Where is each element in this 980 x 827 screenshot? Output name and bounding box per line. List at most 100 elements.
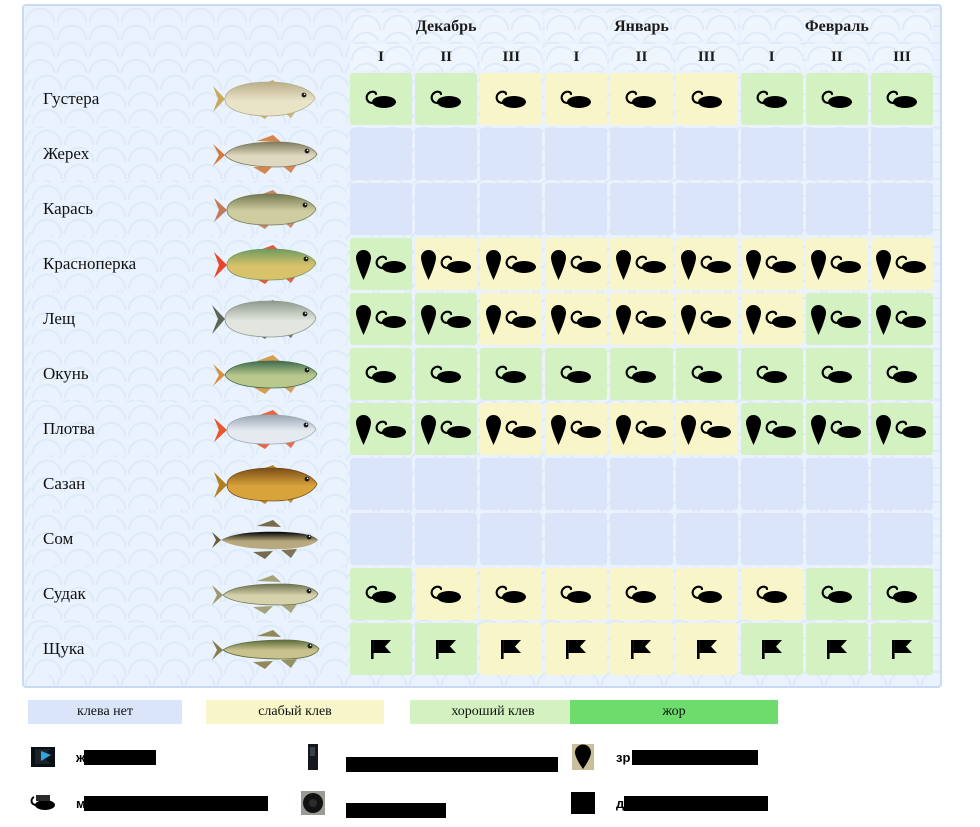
fish-cell-0[interactable]: Густера: [31, 73, 347, 125]
bite-cell[interactable]: [350, 128, 413, 180]
bite-cell[interactable]: [610, 623, 673, 675]
fish-cell-7[interactable]: Сазан: [31, 458, 347, 510]
bite-cell[interactable]: [870, 568, 933, 620]
bite-cell[interactable]: [805, 403, 868, 455]
bite-cell[interactable]: [545, 568, 608, 620]
bite-cell[interactable]: [675, 73, 738, 125]
bite-cell[interactable]: [675, 568, 738, 620]
bite-cell[interactable]: [415, 513, 478, 565]
bite-cell[interactable]: [870, 513, 933, 565]
bite-cell[interactable]: [805, 568, 868, 620]
bite-cell[interactable]: [675, 238, 738, 290]
bite-cell[interactable]: [610, 513, 673, 565]
bite-cell[interactable]: [610, 348, 673, 400]
bite-cell[interactable]: [610, 128, 673, 180]
bite-cell[interactable]: [870, 623, 933, 675]
bite-cell[interactable]: [415, 293, 478, 345]
fish-cell-3[interactable]: Красноперка: [31, 238, 347, 290]
fish-cell-5[interactable]: Окунь: [31, 348, 347, 400]
bite-cell[interactable]: [675, 623, 738, 675]
bite-cell[interactable]: [805, 238, 868, 290]
bite-cell[interactable]: [350, 293, 413, 345]
bite-cell[interactable]: [805, 348, 868, 400]
bite-cell[interactable]: [870, 128, 933, 180]
bite-cell[interactable]: [545, 403, 608, 455]
bite-cell[interactable]: [350, 513, 413, 565]
bite-cell[interactable]: [610, 183, 673, 235]
bite-cell[interactable]: [480, 183, 543, 235]
bite-cell[interactable]: [740, 623, 803, 675]
bite-cell[interactable]: [480, 128, 543, 180]
fish-cell-9[interactable]: Судак: [31, 568, 347, 620]
bite-cell[interactable]: [415, 73, 478, 125]
bite-cell[interactable]: [805, 458, 868, 510]
fish-cell-10[interactable]: Щука: [31, 623, 347, 675]
bite-cell[interactable]: [480, 403, 543, 455]
bite-cell[interactable]: [545, 458, 608, 510]
bite-cell[interactable]: [870, 293, 933, 345]
bite-cell[interactable]: [415, 128, 478, 180]
bite-cell[interactable]: [805, 183, 868, 235]
bite-cell[interactable]: [805, 513, 868, 565]
bite-cell[interactable]: [870, 458, 933, 510]
bite-cell[interactable]: [545, 128, 608, 180]
bite-cell[interactable]: [740, 348, 803, 400]
bite-cell[interactable]: [480, 513, 543, 565]
bite-cell[interactable]: [610, 293, 673, 345]
bite-cell[interactable]: [805, 128, 868, 180]
bite-cell[interactable]: [415, 623, 478, 675]
bite-cell[interactable]: [350, 238, 413, 290]
bite-cell[interactable]: [480, 238, 543, 290]
bite-cell[interactable]: [870, 348, 933, 400]
bite-cell[interactable]: [805, 73, 868, 125]
bite-cell[interactable]: [740, 183, 803, 235]
bite-cell[interactable]: [545, 513, 608, 565]
bite-cell[interactable]: [415, 568, 478, 620]
bite-cell[interactable]: [675, 348, 738, 400]
bite-cell[interactable]: [350, 568, 413, 620]
bite-cell[interactable]: [350, 183, 413, 235]
bite-cell[interactable]: [545, 623, 608, 675]
bite-cell[interactable]: [350, 403, 413, 455]
bite-cell[interactable]: [740, 238, 803, 290]
bite-cell[interactable]: [610, 458, 673, 510]
bite-cell[interactable]: [740, 458, 803, 510]
bite-cell[interactable]: [675, 403, 738, 455]
bite-cell[interactable]: [415, 348, 478, 400]
bite-cell[interactable]: [740, 128, 803, 180]
bite-cell[interactable]: [675, 293, 738, 345]
bite-cell[interactable]: [740, 403, 803, 455]
bite-cell[interactable]: [610, 238, 673, 290]
fish-cell-6[interactable]: Плотва: [31, 403, 347, 455]
bite-cell[interactable]: [675, 128, 738, 180]
bite-cell[interactable]: [740, 73, 803, 125]
bite-cell[interactable]: [675, 183, 738, 235]
bite-cell[interactable]: [350, 73, 413, 125]
bite-cell[interactable]: [545, 293, 608, 345]
bite-cell[interactable]: [805, 623, 868, 675]
bite-cell[interactable]: [870, 183, 933, 235]
bite-cell[interactable]: [610, 403, 673, 455]
bite-cell[interactable]: [675, 458, 738, 510]
bite-cell[interactable]: [350, 458, 413, 510]
bite-cell[interactable]: [350, 348, 413, 400]
bite-cell[interactable]: [805, 293, 868, 345]
bite-cell[interactable]: [740, 513, 803, 565]
bite-cell[interactable]: [870, 73, 933, 125]
bite-cell[interactable]: [870, 238, 933, 290]
bite-cell[interactable]: [610, 73, 673, 125]
bite-cell[interactable]: [480, 293, 543, 345]
bite-cell[interactable]: [675, 513, 738, 565]
bite-cell[interactable]: [610, 568, 673, 620]
bite-cell[interactable]: [740, 293, 803, 345]
bite-cell[interactable]: [545, 73, 608, 125]
fish-cell-1[interactable]: Жерех: [31, 128, 347, 180]
bite-cell[interactable]: [870, 403, 933, 455]
bite-cell[interactable]: [480, 568, 543, 620]
fish-cell-2[interactable]: Карась: [31, 183, 347, 235]
bite-cell[interactable]: [480, 348, 543, 400]
bite-cell[interactable]: [480, 73, 543, 125]
bite-cell[interactable]: [545, 348, 608, 400]
bite-cell[interactable]: [480, 458, 543, 510]
bite-cell[interactable]: [415, 403, 478, 455]
